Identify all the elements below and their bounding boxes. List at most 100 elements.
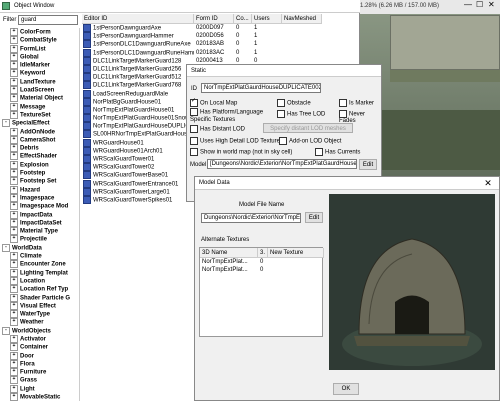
tree-item[interactable]: + ImpactData [0, 210, 79, 219]
file-edit-button[interactable]: Edit [305, 212, 323, 223]
tree-item[interactable]: + Explosion [0, 160, 79, 169]
expand-icon[interactable]: + [10, 94, 18, 103]
model-edit-button[interactable]: Edit [359, 159, 377, 170]
expand-icon[interactable]: + [10, 210, 18, 219]
filter-input[interactable]: guard [18, 15, 78, 25]
ok-button[interactable]: OK [333, 383, 359, 395]
tree-item[interactable]: + ColorForm [0, 28, 79, 36]
expand-icon[interactable]: + [10, 177, 18, 186]
expand-icon[interactable]: + [10, 110, 18, 119]
table-row[interactable]: 1stPersonDawnguardAxe 0200D097 0 1 [82, 24, 360, 32]
expand-icon[interactable]: + [10, 276, 18, 285]
tree-item[interactable]: - WorldObjects [0, 326, 79, 335]
expand-icon[interactable]: + [10, 260, 18, 269]
table-row[interactable]: 1stPersonDLC1DawnguardRuneHammer 020183AC… [82, 48, 360, 57]
column-header[interactable]: Users [252, 14, 282, 24]
expand-icon[interactable]: + [10, 127, 18, 136]
maximize-icon[interactable]: ☐ [476, 0, 483, 9]
tree-item[interactable]: + Imagespace [0, 193, 79, 202]
tree-item[interactable]: + FormList [0, 44, 79, 53]
tree-item[interactable]: + TextureSet [0, 110, 79, 119]
close-icon[interactable]: ✕ [488, 0, 495, 9]
expand-icon[interactable]: + [10, 102, 18, 111]
tree-item[interactable]: + Imagespace Mod [0, 202, 79, 211]
is-marker-check[interactable]: Is Marker [339, 99, 374, 107]
tree-item[interactable]: + Material Type [0, 227, 79, 236]
tree-item[interactable]: + LandTexture [0, 77, 79, 86]
model-path-field[interactable]: [Dungeons\Nordic\Exterior\NorTmpExtPlatG… [207, 159, 357, 169]
tree-item[interactable]: + Lighting Templat [0, 268, 79, 277]
id-field[interactable]: NorTmpExtPlatGaurdHouseDUPLICATE002 [201, 83, 321, 93]
expand-icon[interactable]: + [10, 252, 18, 261]
has-platform-check[interactable]: Has Platform/Language Specific Textures [190, 108, 275, 124]
has-currents-check[interactable]: Has Currents [315, 148, 360, 156]
expand-icon[interactable]: + [10, 334, 18, 343]
expand-icon[interactable]: + [10, 28, 18, 36]
tree-item[interactable]: + Message [0, 102, 79, 111]
obstacle-check[interactable]: Obstacle [277, 99, 311, 107]
has-tree-lod-check[interactable]: Has Tree LOD [277, 110, 325, 118]
expand-icon[interactable]: + [10, 359, 18, 368]
collapse-icon[interactable]: - [2, 243, 10, 252]
tree-item[interactable]: + CombatStyle [0, 36, 79, 45]
expand-icon[interactable]: + [10, 318, 18, 327]
show-world-map-check[interactable]: Show in world map (not in sky cell) [190, 148, 292, 156]
tree-item[interactable]: + CameraShot [0, 135, 79, 144]
expand-icon[interactable]: + [10, 135, 18, 144]
specify-lod-button[interactable]: Specify distant LOD meshes [263, 123, 353, 133]
expand-icon[interactable]: + [10, 368, 18, 377]
tree-item[interactable]: + Grass [0, 376, 79, 385]
table-row[interactable]: NorTmpExtPlat... 0 [200, 258, 324, 266]
tree-item[interactable]: + Door [0, 351, 79, 360]
expand-icon[interactable]: + [10, 77, 18, 86]
tree-item[interactable]: + Activator [0, 334, 79, 343]
expand-icon[interactable]: + [10, 36, 18, 45]
expand-icon[interactable]: + [10, 69, 18, 78]
tree-item[interactable]: + Weather [0, 318, 79, 327]
tree-item[interactable]: + LoadScreen [0, 86, 79, 95]
on-local-map-check[interactable]: On Local Map [190, 97, 237, 107]
column-header[interactable]: NavMeshed [282, 14, 322, 24]
tree-item[interactable]: + Projectile [0, 235, 79, 244]
expand-icon[interactable]: + [10, 235, 18, 244]
add-on-lod-check[interactable]: Add-on LOD Object [279, 137, 341, 145]
collapse-icon[interactable]: - [2, 119, 10, 128]
tree-item[interactable]: + Location Ref Typ [0, 285, 79, 294]
tree-item[interactable]: + Container [0, 343, 79, 352]
minimize-icon[interactable]: — [464, 0, 472, 9]
tree-item[interactable]: + Shader Particle G [0, 293, 79, 302]
tree-item[interactable]: + Encounter Zone [0, 260, 79, 269]
expand-icon[interactable]: + [10, 160, 18, 169]
table-row[interactable]: NorTmpExtPlat... 0 [200, 266, 324, 274]
column-header[interactable]: New Texture [268, 248, 324, 258]
expand-icon[interactable]: + [10, 301, 18, 310]
tree-item[interactable]: + Material Object [0, 94, 79, 103]
expand-icon[interactable]: + [10, 351, 18, 360]
expand-icon[interactable]: + [10, 52, 18, 61]
expand-icon[interactable]: + [10, 293, 18, 302]
expand-icon[interactable]: + [10, 185, 18, 194]
tree-item[interactable]: + Flora [0, 359, 79, 368]
column-header[interactable]: Co... [234, 14, 252, 24]
column-header[interactable]: 3. [258, 248, 268, 258]
tree-item[interactable]: + Climate [0, 252, 79, 261]
expand-icon[interactable]: + [10, 169, 18, 178]
tree-item[interactable]: - WorldData [0, 243, 79, 252]
close-icon[interactable]: ✕ [481, 177, 495, 189]
never-fades-check[interactable]: Never Fades [339, 110, 381, 124]
tree-item[interactable]: + WaterType [0, 310, 79, 319]
tree-item[interactable]: + Footstep Set [0, 177, 79, 186]
tree-item[interactable]: + IdleMarker [0, 61, 79, 70]
expand-icon[interactable]: + [10, 218, 18, 227]
expand-icon[interactable]: + [10, 152, 18, 161]
tree-item[interactable]: + Footstep [0, 169, 79, 178]
expand-icon[interactable]: + [10, 310, 18, 319]
table-row[interactable]: 1stPersonDLC1DawnguardRuneAxe 020183AB 0 1 [82, 40, 360, 49]
expand-icon[interactable]: + [10, 202, 18, 211]
tree-item[interactable]: + Debris [0, 144, 79, 153]
collapse-icon[interactable]: - [2, 326, 10, 335]
tree-item[interactable]: + MovableStatic [0, 393, 79, 401]
tree-item[interactable]: - SpecialEffect [0, 119, 79, 128]
expand-icon[interactable]: + [10, 61, 18, 70]
tree-item[interactable]: + Hazard [0, 185, 79, 194]
